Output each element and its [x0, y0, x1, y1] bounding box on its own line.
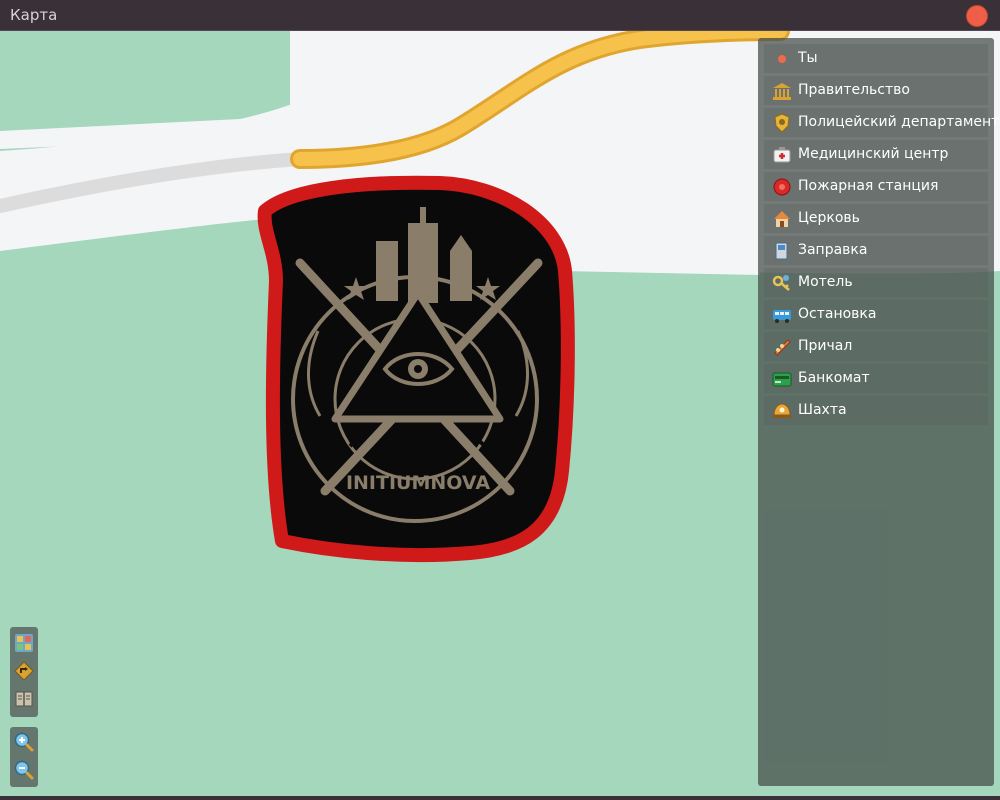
legend-item-gas[interactable]: Заправка [764, 236, 988, 265]
window-bottom-border [0, 796, 1000, 800]
legend-item-bus-stop[interactable]: Остановка [764, 300, 988, 329]
bus-icon [772, 305, 792, 325]
legend-item-medical[interactable]: Медицинский центр [764, 140, 988, 169]
layers-icon[interactable] [14, 633, 34, 653]
emblem[interactable]: INITIUMNOVA [257, 175, 575, 563]
church-icon [772, 209, 792, 229]
zoom-out-icon[interactable] [14, 760, 34, 780]
legend-item-mine[interactable]: Шахта [764, 396, 988, 425]
legend-item-label: Остановка [798, 306, 877, 322]
pier-boat-icon [772, 337, 792, 357]
government-building-icon [772, 81, 792, 101]
police-badge-icon [772, 113, 792, 133]
gas-pump-icon [772, 241, 792, 261]
window-title: Карта [10, 6, 58, 24]
legend-item-label: Причал [798, 338, 853, 354]
window-titlebar: Карта [0, 0, 1000, 31]
legend-item-you[interactable]: Ты [764, 44, 988, 73]
legend-item-fire[interactable]: Пожарная станция [764, 172, 988, 201]
legend-item-label: Правительство [798, 82, 910, 98]
emblem-text: INITIUMNOVA [346, 472, 490, 494]
legend-panel: Ты Правительство Полицейский департамент… [758, 38, 999, 786]
medical-kit-icon [772, 145, 792, 165]
map-tools-group [10, 627, 38, 717]
zoom-controls [10, 727, 38, 787]
close-button[interactable] [966, 5, 988, 27]
atm-card-icon [772, 369, 792, 389]
player-dot-icon [772, 49, 792, 69]
legend-item-label: Церковь [798, 210, 860, 226]
legend-item-label: Пожарная станция [798, 178, 939, 194]
legend-item-label: Медицинский центр [798, 146, 949, 162]
legend-item-church[interactable]: Церковь [764, 204, 988, 233]
legend-item-label: Полицейский департамент [798, 114, 1000, 130]
motel-key-icon [772, 273, 792, 293]
mine-helmet-icon [772, 401, 792, 421]
legend-item-label: Ты [798, 50, 818, 66]
legend-item-police[interactable]: Полицейский департамент [764, 108, 999, 137]
legend-item-label: Шахта [798, 402, 847, 418]
legend-item-label: Мотель [798, 274, 853, 290]
legend-item-government[interactable]: Правительство [764, 76, 988, 105]
legend-item-label: Заправка [798, 242, 868, 258]
directions-sign-icon[interactable] [14, 661, 34, 681]
legend-item-atm[interactable]: Банкомат [764, 364, 988, 393]
legend-item-pier[interactable]: Причал [764, 332, 988, 361]
legend-item-motel[interactable]: Мотель [764, 268, 988, 297]
zoom-in-icon[interactable] [14, 732, 34, 752]
map-book-icon[interactable] [14, 689, 34, 709]
fire-bell-icon [772, 177, 792, 197]
legend-item-label: Банкомат [798, 370, 870, 386]
